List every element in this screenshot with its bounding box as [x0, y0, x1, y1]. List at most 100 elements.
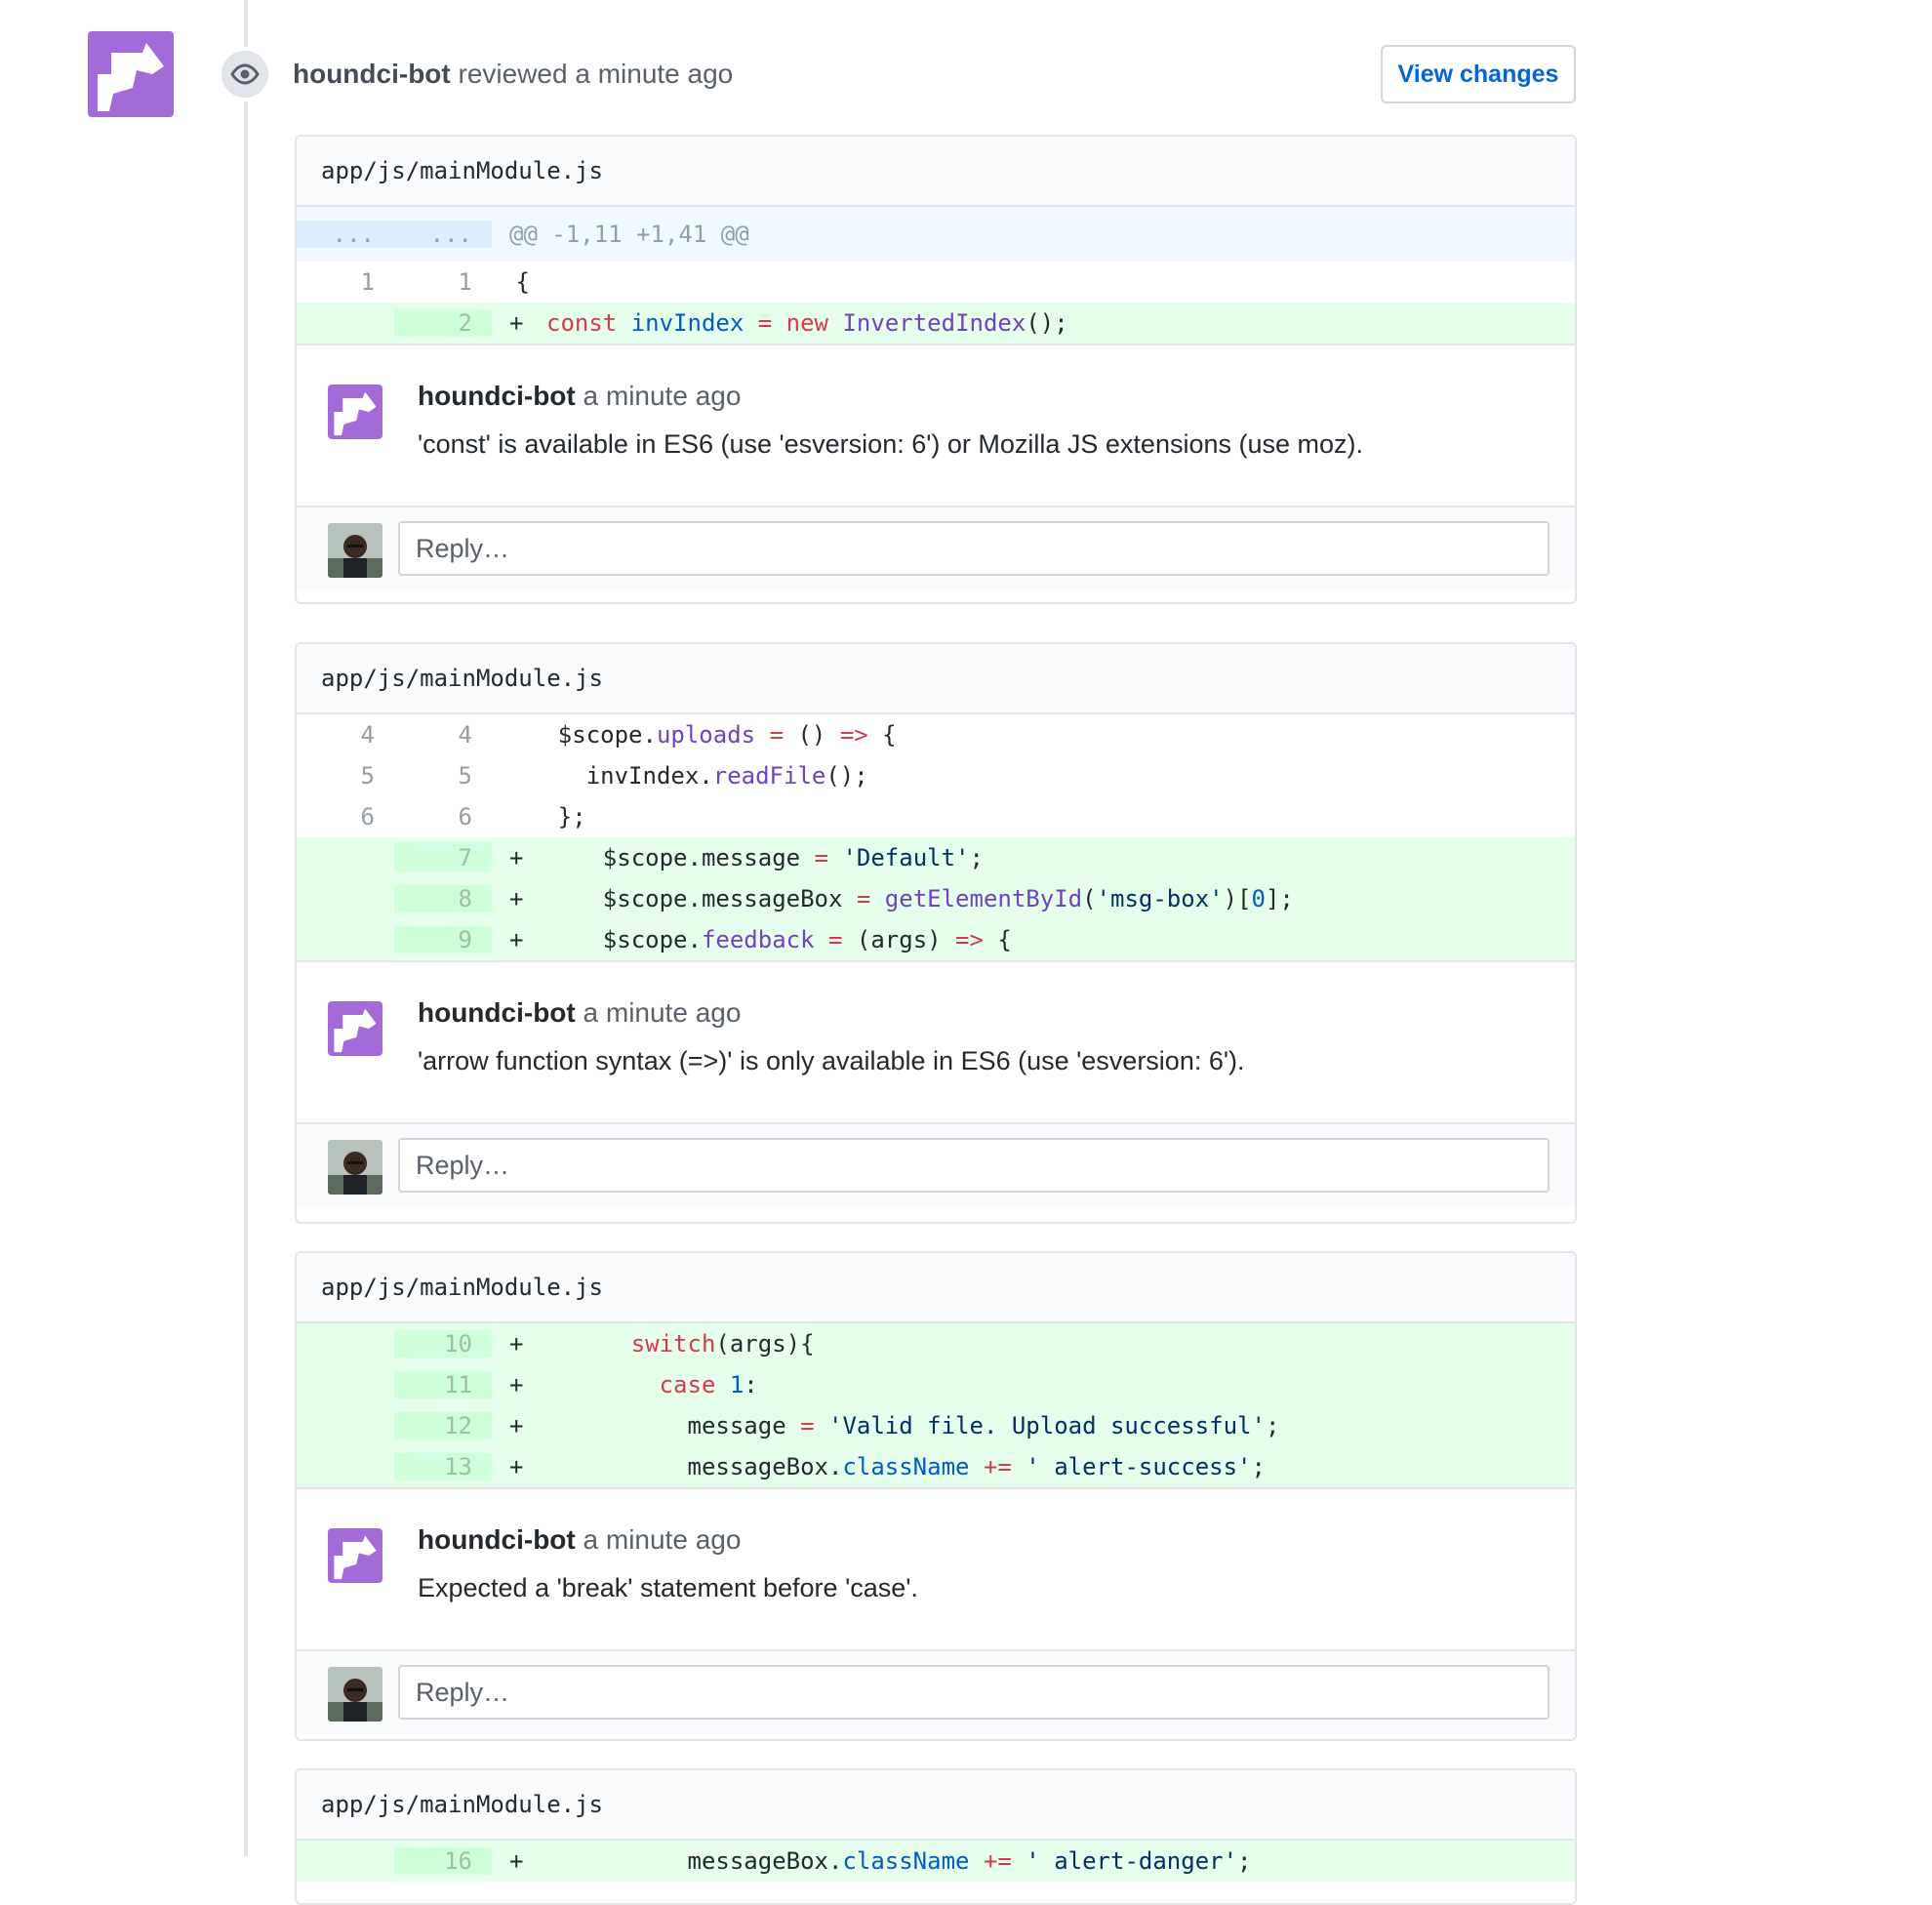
code-text: $scope.uploads = () => { — [502, 721, 897, 749]
code-text: const invIndex = new InvertedIndex(); — [546, 309, 1068, 337]
diff-line-added[interactable]: 7 + $scope.message = 'Default'; — [297, 837, 1575, 878]
reply-input[interactable]: Reply… — [398, 1665, 1550, 1720]
code-text: messageBox.className += ' alert-success'… — [546, 1453, 1266, 1480]
code-text: $scope.feedback = (args) => { — [546, 926, 1012, 953]
reply-area: Reply… — [297, 506, 1575, 591]
new-line-number[interactable]: 5 — [394, 762, 492, 790]
new-line-number[interactable]: 11 — [394, 1371, 492, 1398]
addition-marker: + — [509, 1412, 524, 1439]
file-path[interactable]: app/js/mainModule.js — [297, 137, 1575, 207]
diff-line-added[interactable]: 10 + switch(args){ — [297, 1323, 1575, 1364]
file-path[interactable]: app/js/mainModule.js — [297, 644, 1575, 714]
new-line-number[interactable]: 13 — [394, 1453, 492, 1480]
diff-line-added[interactable]: 16 + messageBox.className += ' alert-dan… — [297, 1841, 1575, 1882]
comment-author[interactable]: houndci-bot — [418, 1524, 576, 1555]
code-text: invIndex.readFile(); — [502, 762, 868, 790]
comment-time[interactable]: a minute ago — [584, 997, 742, 1028]
reply-placeholder: Reply… — [416, 1150, 510, 1180]
comment-body: 'const' is available in ES6 (use 'esvers… — [418, 429, 1364, 459]
addition-marker: + — [509, 309, 524, 337]
reply-input[interactable]: Reply… — [398, 521, 1550, 576]
view-changes-button[interactable]: View changes — [1381, 45, 1576, 103]
code-text: { — [502, 268, 530, 296]
new-line-number[interactable]: 7 — [394, 844, 492, 871]
diff-line[interactable]: 4 4 $scope.uploads = () => { — [297, 714, 1575, 755]
houndci-bot-avatar[interactable] — [88, 31, 174, 117]
user-avatar[interactable] — [328, 1667, 382, 1722]
comment-body: 'arrow function syntax (=>)' is only ava… — [418, 1046, 1245, 1075]
houndci-bot-avatar[interactable] — [328, 1528, 382, 1583]
code-text: case 1: — [659, 1371, 758, 1398]
comment-body: Expected a 'break' statement before 'cas… — [418, 1573, 918, 1602]
comment-header: houndci-bot a minute ago — [418, 997, 741, 1029]
review-comment: houndci-bot a minute ago Expected a 'bre… — [297, 1487, 1575, 1649]
old-line-number[interactable]: 6 — [297, 803, 394, 831]
diff-line[interactable]: 1 1 { — [297, 262, 1575, 303]
addition-marker: + — [509, 1847, 524, 1875]
new-line-number[interactable]: 10 — [394, 1330, 492, 1358]
review-author[interactable]: houndci-bot — [293, 59, 451, 89]
review-thread-4: app/js/mainModule.js 16 + messageBox.cla… — [295, 1768, 1577, 1905]
addition-marker: + — [509, 844, 524, 871]
addition-marker: + — [509, 1453, 524, 1480]
new-line-number[interactable]: 6 — [394, 803, 492, 831]
code-text: $scope.message = 'Default'; — [546, 844, 984, 871]
comment-author[interactable]: houndci-bot — [418, 997, 576, 1028]
diff-hunk-header[interactable]: ... ... @@ -1,11 +1,41 @@ — [297, 207, 1575, 262]
hunk-expander-right[interactable]: ... — [394, 221, 492, 248]
diff-line[interactable]: 6 6 }; — [297, 796, 1575, 837]
review-thread-2: app/js/mainModule.js 4 4 $scope.uploads … — [295, 642, 1577, 1224]
houndci-bot-avatar[interactable] — [328, 385, 382, 439]
new-line-number[interactable]: 1 — [394, 268, 492, 296]
file-path[interactable]: app/js/mainModule.js — [297, 1770, 1575, 1841]
reply-area: Reply… — [297, 1122, 1575, 1208]
code-text: messageBox.className += ' alert-danger'; — [546, 1847, 1252, 1875]
hunk-range: @@ -1,11 +1,41 @@ — [509, 221, 749, 248]
old-line-number[interactable]: 5 — [297, 762, 394, 790]
code-text: }; — [502, 803, 586, 831]
code-text: switch(args){ — [630, 1330, 815, 1358]
diff-line-added[interactable]: 9 + $scope.feedback = (args) => { — [297, 919, 1575, 960]
review-thread-1: app/js/mainModule.js ... ... @@ -1,11 +1… — [295, 135, 1577, 604]
reply-input[interactable]: Reply… — [398, 1138, 1550, 1193]
new-line-number[interactable]: 12 — [394, 1412, 492, 1439]
old-line-number[interactable]: 4 — [297, 721, 394, 749]
comment-author[interactable]: houndci-bot — [418, 381, 576, 411]
old-line-number[interactable]: 1 — [297, 268, 394, 296]
comment-header: houndci-bot a minute ago — [418, 1524, 741, 1556]
code-text: message = 'Valid file. Upload successful… — [546, 1412, 1280, 1439]
code-text: $scope.messageBox = getElementById('msg-… — [546, 885, 1294, 912]
addition-marker: + — [509, 1371, 524, 1398]
comment-time[interactable]: a minute ago — [584, 381, 742, 411]
file-path[interactable]: app/js/mainModule.js — [297, 1253, 1575, 1323]
eye-icon — [218, 47, 272, 101]
diff-line[interactable]: 5 5 invIndex.readFile(); — [297, 755, 1575, 796]
addition-marker: + — [509, 885, 524, 912]
houndci-bot-avatar[interactable] — [328, 1001, 382, 1056]
addition-marker: + — [509, 1330, 524, 1358]
review-thread-3: app/js/mainModule.js 10 + switch(args){ … — [295, 1251, 1577, 1741]
review-comment: houndci-bot a minute ago 'arrow function… — [297, 960, 1575, 1122]
user-avatar[interactable] — [328, 1140, 382, 1195]
new-line-number[interactable]: 9 — [394, 926, 492, 953]
comment-header: houndci-bot a minute ago — [418, 381, 741, 412]
user-avatar[interactable] — [328, 523, 382, 578]
review-header: houndci-bot reviewed a minute ago — [293, 57, 733, 92]
reply-placeholder: Reply… — [416, 533, 510, 563]
hunk-expander-left[interactable]: ... — [297, 221, 394, 248]
review-comment: houndci-bot a minute ago 'const' is avai… — [297, 344, 1575, 506]
new-line-number[interactable]: 16 — [394, 1847, 492, 1875]
diff-line-added[interactable]: 2 + const invIndex = new InvertedIndex()… — [297, 303, 1575, 344]
diff-line-added[interactable]: 12 + message = 'Valid file. Upload succe… — [297, 1405, 1575, 1446]
new-line-number[interactable]: 8 — [394, 885, 492, 912]
comment-time[interactable]: a minute ago — [584, 1524, 742, 1555]
addition-marker: + — [509, 926, 524, 953]
diff-line-added[interactable]: 13 + messageBox.className += ' alert-suc… — [297, 1446, 1575, 1487]
reply-area: Reply… — [297, 1649, 1575, 1735]
diff-line-added[interactable]: 8 + $scope.messageBox = getElementById('… — [297, 878, 1575, 919]
review-action: reviewed a minute ago — [458, 59, 734, 89]
new-line-number[interactable]: 4 — [394, 721, 492, 749]
new-line-number[interactable]: 2 — [394, 309, 492, 337]
timeline-line — [244, 0, 248, 1856]
diff-line-added[interactable]: 11 + case 1: — [297, 1364, 1575, 1405]
